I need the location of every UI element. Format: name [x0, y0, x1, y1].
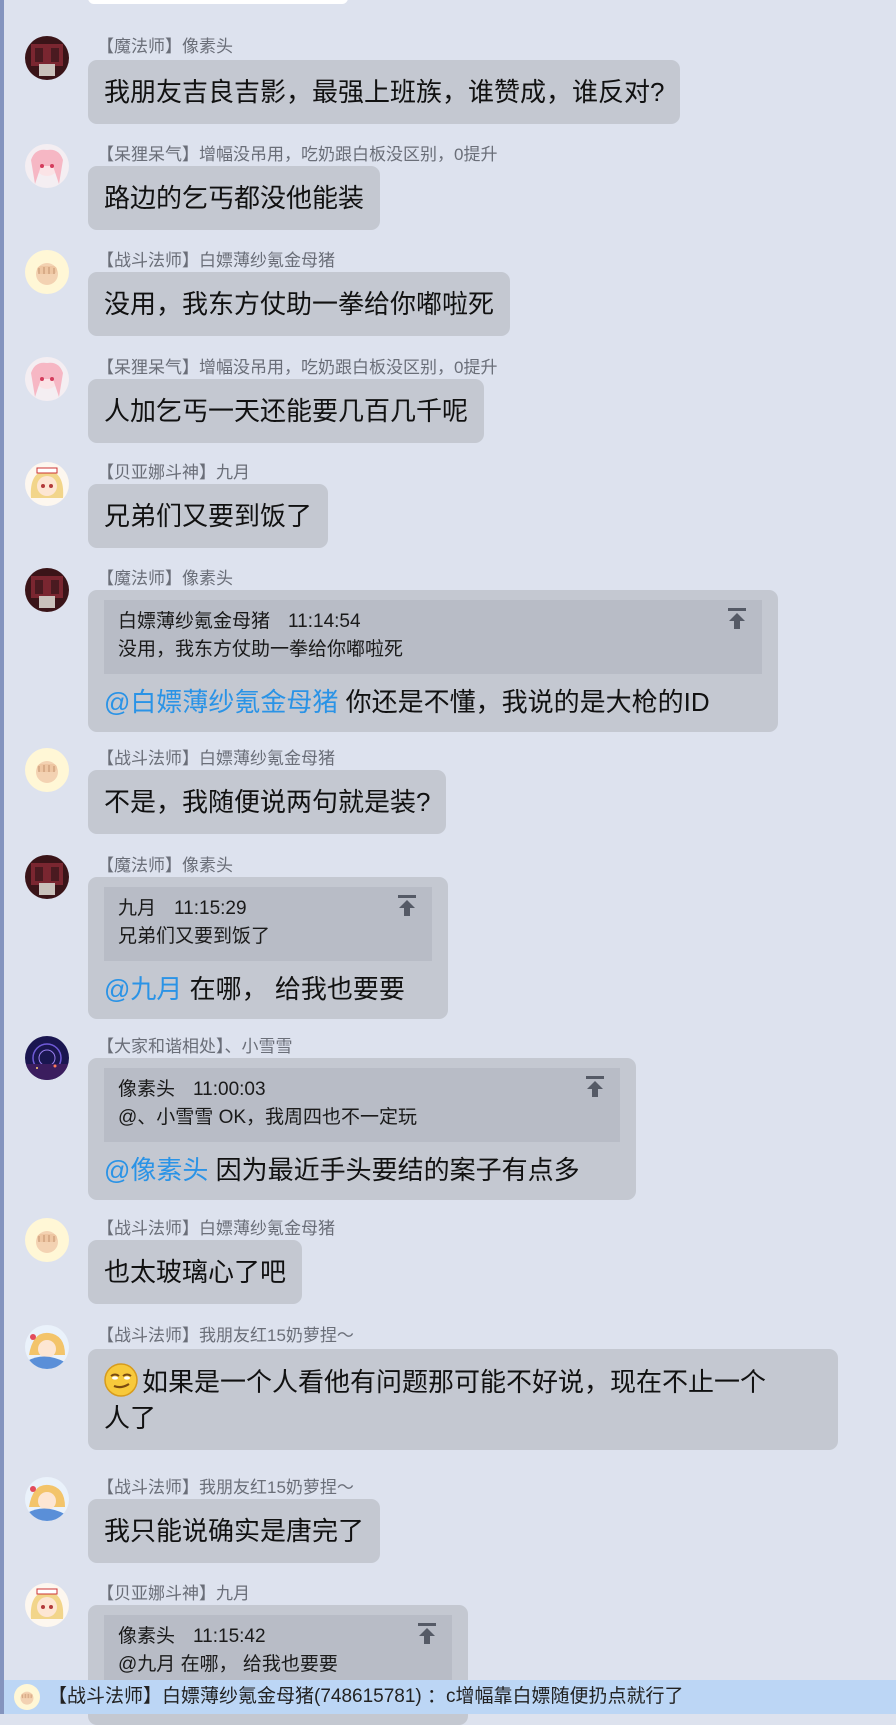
quoted-message[interactable]: 像素头 11:00:03 @、小雪雪 OK，我周四也不一定玩: [104, 1068, 620, 1142]
sender-name: 【贝亚娜斗神】九月: [97, 1584, 250, 1603]
message-bubble[interactable]: 九月 11:15:29 兄弟们又要到饭了 @九月 在哪， 给我也要要: [88, 877, 448, 1019]
quoted-message[interactable]: 九月 11:15:29 兄弟们又要到饭了: [104, 887, 432, 961]
avatar[interactable]: [25, 250, 69, 294]
quote-sender: 像素头: [118, 1079, 176, 1100]
message-bubble[interactable]: 路边的乞丐都没他能装: [88, 166, 381, 230]
jump-to-message-icon[interactable]: [728, 608, 746, 630]
quoted-message[interactable]: 白嫖薄纱氪金母猪 11:14:54 没用，我东方仗助一拳给你嘟啦死: [104, 600, 762, 674]
window-left-border: [0, 0, 4, 1714]
sender-name: 【呆狸呆气】增幅没吊用，吃奶跟白板没区别，0提升: [97, 145, 498, 164]
quote-time: 11:15:42: [193, 1626, 266, 1647]
avatar[interactable]: [25, 1218, 69, 1262]
new-message-notice-bar[interactable]: 【战斗法师】白嫖薄纱氪金母猪(748615781) ：c增幅靠白嫖随便扔点就行了: [4, 1680, 896, 1714]
quote-sender: 像素头: [118, 1626, 176, 1647]
quote-text: 没用，我东方仗助一拳给你嘟啦死: [118, 639, 404, 660]
quote-text: @、小雪雪 OK，我周四也不一定玩: [118, 1107, 418, 1128]
avatar[interactable]: [25, 357, 69, 401]
avatar[interactable]: [25, 1583, 69, 1627]
message-text: 因为最近手头要结的案子有点多: [208, 1155, 580, 1185]
quote-sender: 九月: [118, 898, 157, 919]
message-bubble[interactable]: 人加乞丐一天还能要几百几千呢: [88, 379, 485, 443]
mention-link[interactable]: @像素头: [104, 1155, 208, 1185]
message-text: 也太玻璃心了吧: [104, 1257, 287, 1287]
sender-name: 【战斗法师】我朋友红15奶萝捏～: [97, 1478, 354, 1497]
sender-name: 【魔法师】像素头: [97, 37, 233, 56]
quote-time: 11:14:54: [288, 611, 361, 632]
message-bubble[interactable]: 如果是一个人看他有问题那可能不好说，现在不止一个 人了: [88, 1349, 838, 1450]
sender-name: 【战斗法师】白嫖薄纱氪金母猪: [97, 749, 335, 768]
jump-to-message-icon[interactable]: [418, 1623, 436, 1645]
quoted-message[interactable]: 像素头 11:15:42 @九月 在哪， 给我也要要: [104, 1615, 452, 1689]
sender-name: 【贝亚娜斗神】九月: [97, 463, 250, 482]
jump-to-message-icon[interactable]: [398, 895, 416, 917]
avatar[interactable]: [25, 462, 69, 506]
quote-text: @九月 在哪， 给我也要要: [118, 1654, 338, 1675]
quote-time: 11:00:03: [193, 1079, 266, 1100]
message-text: 你还是不懂，我说的是大枪的ID: [338, 687, 710, 717]
message-text-continued: 人了: [104, 1403, 157, 1433]
sender-name: 【战斗法师】白嫖薄纱氪金母猪: [97, 251, 335, 270]
message-bubble[interactable]: 也太玻璃心了吧: [88, 1240, 303, 1304]
mention-link[interactable]: @白嫖薄纱氪金母猪: [104, 687, 338, 717]
message-text: 路边的乞丐都没他能装: [104, 183, 365, 213]
message-text: 不是，我随便说两句就是装?: [104, 787, 431, 817]
message-bubble[interactable]: 像素头 11:00:03 @、小雪雪 OK，我周四也不一定玩 @像素头 因为最近手…: [88, 1058, 636, 1200]
smirk-emoji-icon: [104, 1363, 138, 1397]
avatar[interactable]: [25, 748, 69, 792]
message-bubble[interactable]: 我朋友吉良吉影，最强上班族，谁赞成，谁反对?: [88, 60, 681, 124]
message-bubble[interactable]: 不是，我随便说两句就是装?: [88, 770, 447, 834]
message-text: 兄弟们又要到饭了: [104, 501, 313, 531]
sender-name: 【魔法师】像素头: [97, 569, 233, 588]
quote-sender: 白嫖薄纱氪金母猪: [118, 611, 271, 632]
sender-name: 【大家和谐相处】、小雪雪: [97, 1037, 293, 1056]
message-text: 人加乞丐一天还能要几百几千呢: [104, 396, 469, 426]
avatar[interactable]: [25, 1325, 69, 1369]
avatar[interactable]: [25, 855, 69, 899]
message-text: 如果是一个人看他有问题那可能不好说，现在不止一个: [142, 1367, 767, 1397]
notice-text: 【战斗法师】白嫖薄纱氪金母猪(748615781) ：c增幅靠白嫖随便扔点就行了: [48, 1686, 684, 1707]
message-text: 没用，我东方仗助一拳给你嘟啦死: [104, 289, 495, 319]
previous-message-fragment: [88, 0, 348, 4]
message-bubble[interactable]: 兄弟们又要到饭了: [88, 484, 329, 548]
quote-text: 兄弟们又要到饭了: [118, 926, 271, 947]
message-text: 在哪， 给我也要要: [182, 974, 405, 1004]
avatar[interactable]: [25, 1477, 69, 1521]
sender-name: 【战斗法师】白嫖薄纱氪金母猪: [97, 1219, 335, 1238]
avatar[interactable]: [25, 36, 69, 80]
avatar[interactable]: [25, 144, 69, 188]
message-text: 我只能说确实是唐完了: [104, 1516, 365, 1546]
message-bubble[interactable]: 白嫖薄纱氪金母猪 11:14:54 没用，我东方仗助一拳给你嘟啦死 @白嫖薄纱氪金…: [88, 590, 778, 732]
sender-name: 【呆狸呆气】增幅没吊用，吃奶跟白板没区别，0提升: [97, 358, 498, 377]
mention-link[interactable]: @九月: [104, 974, 182, 1004]
message-bubble[interactable]: 没用，我东方仗助一拳给你嘟啦死: [88, 272, 511, 336]
quote-time: 11:15:29: [174, 898, 247, 919]
avatar[interactable]: [25, 1036, 69, 1080]
message-bubble[interactable]: 我只能说确实是唐完了: [88, 1499, 381, 1563]
message-text: 我朋友吉良吉影，最强上班族，谁赞成，谁反对?: [104, 77, 665, 107]
sender-name: 【战斗法师】我朋友红15奶萝捏～: [97, 1326, 354, 1345]
notice-avatar: [14, 1684, 40, 1710]
avatar[interactable]: [25, 568, 69, 612]
sender-name: 【魔法师】像素头: [97, 856, 233, 875]
jump-to-message-icon[interactable]: [586, 1076, 604, 1098]
